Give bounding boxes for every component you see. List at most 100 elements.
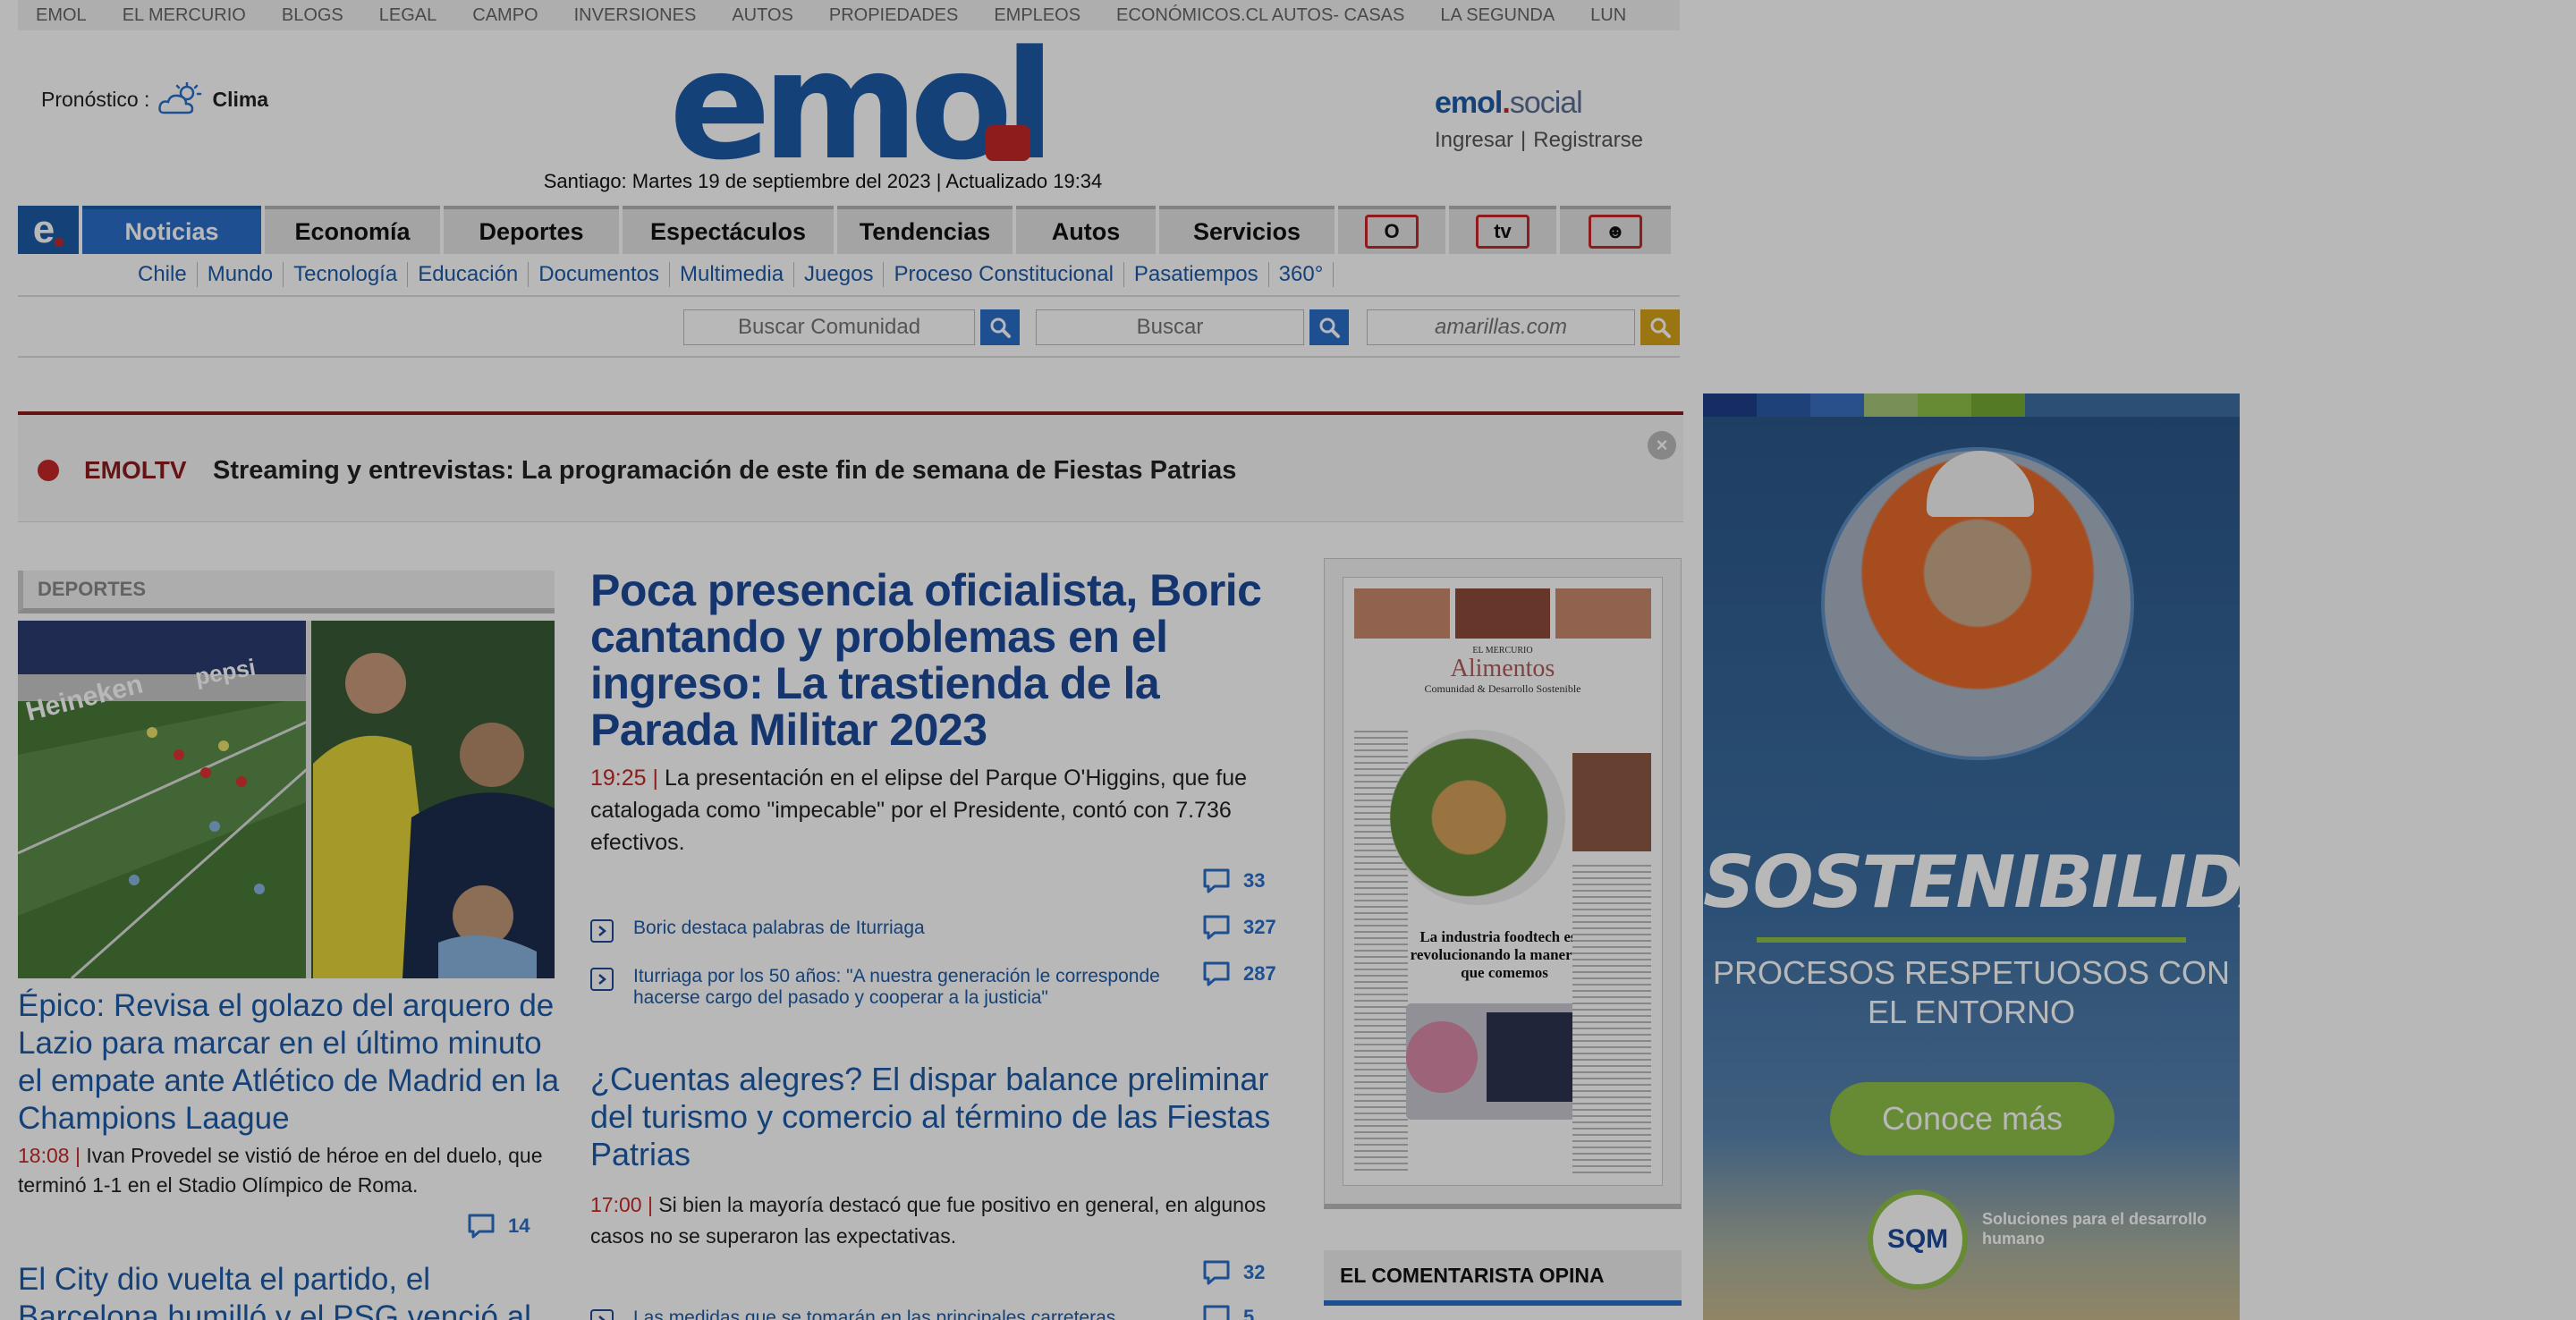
left-article-comments[interactable]: 14 xyxy=(467,1213,530,1240)
sports-photo[interactable]: Heineken pepsi xyxy=(18,621,555,978)
topbar-link-el-mercurio[interactable]: EL MERCURIO xyxy=(123,5,246,26)
nav-tab-autos[interactable]: Autos xyxy=(1016,206,1156,254)
related-1-comments-count: 327 xyxy=(1243,916,1276,938)
newspaper-bottom-photo xyxy=(1406,1003,1594,1120)
section-tag-deportes[interactable]: DEPORTES xyxy=(18,571,555,613)
subnav-tecnologia[interactable]: Tecnología xyxy=(284,262,409,287)
ad-tagline: Soluciones para el desarrollo humano xyxy=(1982,1210,2207,1248)
topbar-link-legal[interactable]: LEGAL xyxy=(379,5,436,26)
search-icon xyxy=(1650,317,1671,338)
left-article-title-2[interactable]: El City dio vuelta el partido, el Barcel… xyxy=(18,1261,564,1320)
main-comments[interactable]: 33 xyxy=(1202,867,1265,894)
topbar-link-lun[interactable]: LUN xyxy=(1590,5,1626,26)
community-icon-label: ☻ xyxy=(1589,215,1642,249)
nav-tab-tendencias[interactable]: Tendencias xyxy=(837,206,1013,254)
subnav-360[interactable]: 360° xyxy=(1269,262,1335,287)
ad-cta-button[interactable]: Conoce más xyxy=(1830,1082,2114,1155)
amarillas-search-input[interactable] xyxy=(1367,309,1635,345)
forecast-clima-link[interactable]: Clima xyxy=(212,88,268,112)
comment-icon xyxy=(1203,915,1230,940)
community-search-input[interactable] xyxy=(683,309,975,345)
topbar-link-emol[interactable]: EMOL xyxy=(36,5,87,26)
ad-divider-line xyxy=(1757,937,2186,943)
related-3-comments[interactable]: 5 xyxy=(1202,1304,1254,1320)
nav-tab-deportes[interactable]: Deportes xyxy=(444,206,619,254)
topbar-link-economicos[interactable]: ECONÓMICOS.CL AUTOS- CASAS xyxy=(1116,5,1404,26)
comment-icon xyxy=(468,1214,495,1239)
community-icon[interactable]: ☻ xyxy=(1560,206,1671,254)
register-link[interactable]: Registrarse xyxy=(1533,128,1643,152)
topbar-link-la-segunda[interactable]: LA SEGUNDA xyxy=(1440,5,1555,26)
newspaper-masthead: EL MERCURIO Alimentos Comunidad & Desarr… xyxy=(1343,646,1662,696)
related-link-1[interactable]: Boric destaca palabras de Iturriaga xyxy=(590,918,1163,943)
amarillas-search-button[interactable] xyxy=(1640,309,1680,345)
emol-logo[interactable]: emol xyxy=(669,18,1055,193)
home-e-button[interactable]: e xyxy=(18,206,79,254)
related-2-comments[interactable]: 287 xyxy=(1202,960,1276,987)
related-2-comments-count: 287 xyxy=(1243,962,1276,985)
community-search-button[interactable] xyxy=(980,309,1020,345)
subnav-mundo[interactable]: Mundo xyxy=(198,262,284,287)
main-search-input[interactable] xyxy=(1036,309,1304,345)
comment-icon xyxy=(1203,1305,1230,1320)
logo-text: emol xyxy=(669,18,1055,193)
subnav-multimedia[interactable]: Multimedia xyxy=(670,262,795,287)
live-dot-icon xyxy=(38,460,59,481)
emoltv-banner[interactable]: EMOLTV Streaming y entrevistas: La progr… xyxy=(18,411,1683,522)
ad-color-bar-2 xyxy=(1810,393,1864,417)
radio-icon[interactable]: O xyxy=(1338,206,1445,254)
second-comments-count: 32 xyxy=(1243,1261,1266,1283)
tv-icon[interactable]: tv xyxy=(1449,206,1556,254)
newspaper-masthead-subtitle: Comunidad & Desarrollo Sostenible xyxy=(1424,682,1581,695)
search-icon xyxy=(1319,317,1340,338)
ad-color-bar-4 xyxy=(1918,393,1971,417)
subnav-proceso-constitucional[interactable]: Proceso Constitucional xyxy=(884,262,1124,287)
main-summary-text: La presentación en el elipse del Parque … xyxy=(590,766,1248,855)
tv-icon-label: tv xyxy=(1476,215,1530,249)
subnav-pasatiempos[interactable]: Pasatiempos xyxy=(1124,262,1269,287)
topbar-link-blogs[interactable]: BLOGS xyxy=(282,5,343,26)
related-link-1-text: Boric destaca palabras de Iturriaga xyxy=(633,918,925,938)
banner-headline[interactable]: Streaming y entrevistas: La programación… xyxy=(213,456,1236,486)
related-link-3[interactable]: Las medidas que se tomarán en las princi… xyxy=(590,1307,1163,1320)
nav-tab-espectaculos[interactable]: Espectáculos xyxy=(623,206,834,254)
close-icon[interactable]: × xyxy=(1648,431,1676,460)
radio-icon-label: O xyxy=(1365,215,1419,249)
search-icon xyxy=(990,317,1011,338)
header-divider xyxy=(18,356,1680,358)
subnav-chile[interactable]: Chile xyxy=(118,262,198,287)
second-summary-text: Si bien la mayoría destacó que fue posit… xyxy=(590,1193,1267,1248)
left-article-time: 18:08 | xyxy=(18,1144,80,1167)
main-headline[interactable]: Poca presencia oficialista, Boric cantan… xyxy=(590,567,1297,753)
related-link-2-text: Iturriaga por los 50 años: "A nuestra ge… xyxy=(633,966,1160,1008)
comment-icon xyxy=(1203,1260,1230,1285)
related-link-2[interactable]: Iturriaga por los 50 años: "A nuestra ge… xyxy=(590,966,1163,1009)
subnav-documentos[interactable]: Documentos xyxy=(529,262,670,287)
comentarista-opina-header[interactable]: EL COMENTARISTA OPINA xyxy=(1324,1250,1682,1306)
main-search-button[interactable] xyxy=(1309,309,1349,345)
main-summary: 19:25 | La presentación en el elipse del… xyxy=(590,762,1297,859)
left-article-title[interactable]: Épico: Revisa el golazo del arquero de L… xyxy=(18,987,564,1138)
login-link[interactable]: Ingresar xyxy=(1435,128,1513,152)
ad-color-bar-8 xyxy=(2132,393,2186,417)
second-headline[interactable]: ¿Cuentas alegres? El dispar balance prel… xyxy=(590,1061,1288,1173)
main-navigation: e Noticias Economía Deportes Espectáculo… xyxy=(18,206,1680,254)
newspaper-masthead-title: Alimentos xyxy=(1450,655,1555,682)
ad-color-bar-9 xyxy=(2186,393,2240,417)
nav-tab-noticias[interactable]: Noticias xyxy=(82,206,261,254)
arrow-right-icon xyxy=(590,1309,614,1320)
related-1-comments[interactable]: 327 xyxy=(1202,914,1276,941)
subnav-educacion[interactable]: Educación xyxy=(408,262,530,287)
newspaper-sheet: EL MERCURIO Alimentos Comunidad & Desarr… xyxy=(1343,577,1663,1186)
subnav-juegos[interactable]: Juegos xyxy=(794,262,885,287)
social-brand[interactable]: emol.social xyxy=(1435,86,1643,121)
sqm-advertisement[interactable]: SOSTENIBILIDAD PROCESOS RESPETUOSOS CON … xyxy=(1703,393,2240,1320)
sports-photo-image: Heineken pepsi xyxy=(18,621,555,978)
weather-cloud-icon[interactable] xyxy=(158,82,203,116)
topbar-link-campo[interactable]: CAMPO xyxy=(472,5,538,26)
second-comments[interactable]: 32 xyxy=(1202,1259,1265,1286)
banner-label: EMOLTV xyxy=(84,456,187,484)
newspaper-edition-thumbnail[interactable]: EL MERCURIO Alimentos Comunidad & Desarr… xyxy=(1324,558,1682,1209)
nav-tab-economia[interactable]: Economía xyxy=(265,206,440,254)
nav-tab-servicios[interactable]: Servicios xyxy=(1159,206,1335,254)
